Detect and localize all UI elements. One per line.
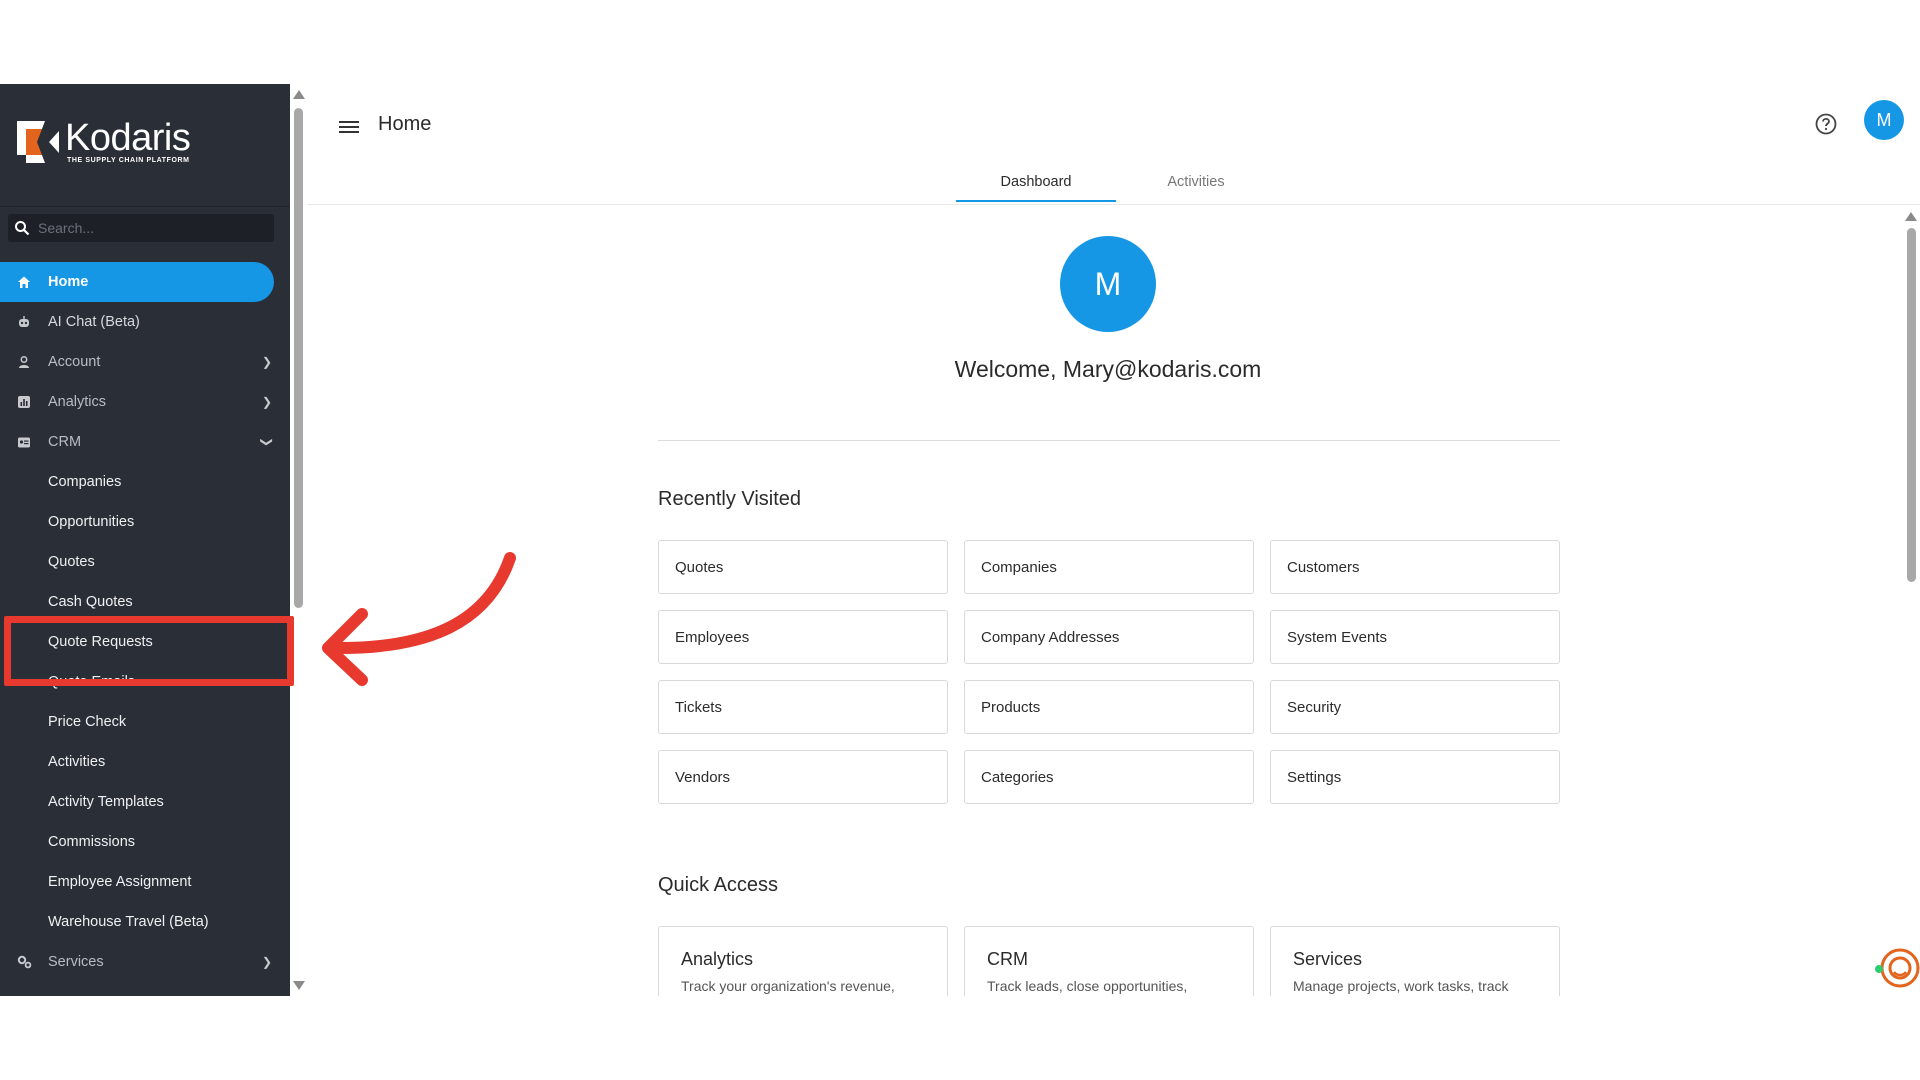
sidebar-item-label: CRM [48, 434, 82, 450]
sidebar-item-analytics[interactable]: Analytics ❯ [0, 382, 290, 422]
sidebar-scroll-thumb[interactable] [294, 108, 303, 608]
sidebar-item-account[interactable]: Account ❯ [0, 342, 290, 382]
sidebar-subitem-price-check[interactable]: Price Check [0, 702, 290, 742]
chevron-right-icon: ❯ [261, 395, 272, 409]
brand-logo[interactable]: Kodaris THE SUPPLY CHAIN PLATFORM [17, 117, 191, 164]
quick-access-card-description: Track your organization's revenue, [681, 978, 895, 994]
recent-card[interactable]: Categories [964, 750, 1254, 804]
user-avatar[interactable]: M [1864, 100, 1904, 140]
quick-access-title: Quick Access [658, 874, 779, 896]
quick-access-card-description: Track leads, close opportunities, [987, 978, 1188, 994]
welcome-avatar: M [1060, 236, 1156, 332]
app-frame: Kodaris THE SUPPLY CHAIN PLATFORM Home [0, 84, 1920, 996]
top-bar: Home M Dashboard Activities [308, 84, 1920, 205]
brand-tagline: THE SUPPLY CHAIN PLATFORM [67, 157, 190, 164]
content-scrollbar[interactable] [1902, 208, 1920, 996]
kodaris-logo-icon [17, 121, 59, 163]
gears-icon [0, 955, 48, 969]
sidebar-subitem-commissions[interactable]: Commissions [0, 822, 290, 862]
recent-card[interactable]: Customers [1270, 540, 1560, 594]
recently-visited-title: Recently Visited [658, 488, 802, 510]
page-title: Home [378, 113, 432, 135]
quick-access-card[interactable]: Services Manage projects, work tasks, tr… [1270, 926, 1560, 996]
scroll-up-arrow-icon[interactable] [1905, 212, 1917, 221]
recent-card[interactable]: Companies [964, 540, 1254, 594]
recent-card[interactable]: Security [1270, 680, 1560, 734]
chevron-right-icon: ❯ [261, 355, 272, 369]
recent-card[interactable]: Settings [1270, 750, 1560, 804]
help-icon[interactable] [1812, 110, 1840, 138]
sidebar-subitem-activities[interactable]: Activities [0, 742, 290, 782]
sidebar-subitem-label: Activity Templates [48, 794, 164, 810]
quick-access-card-description: Manage projects, work tasks, track [1293, 978, 1509, 994]
chevron-down-icon: ❯ [259, 436, 274, 448]
content-scroll-thumb[interactable] [1907, 228, 1916, 582]
quick-access-card-title: Analytics [681, 949, 754, 969]
sidebar-subitem-opportunities[interactable]: Opportunities [0, 502, 290, 542]
sidebar-subitem-employee-assignment[interactable]: Employee Assignment [0, 862, 290, 902]
brand-name: Kodaris [65, 117, 191, 159]
sidebar-subitem-label: Warehouse Travel (Beta) [48, 914, 209, 930]
sidebar-item-label: Account [48, 354, 101, 370]
scroll-down-arrow-icon[interactable] [293, 981, 305, 990]
person-icon [0, 355, 48, 369]
highlight-box-quotes [4, 616, 294, 686]
quick-access-card[interactable]: CRM Track leads, close opportunities, [964, 926, 1254, 996]
sidebar-subitem-label: Commissions [48, 834, 136, 850]
sidebar-divider [0, 206, 290, 207]
crm-icon [0, 435, 48, 449]
search-input[interactable] [36, 219, 260, 237]
sidebar-subitem-label: Opportunities [48, 514, 135, 530]
recent-card[interactable]: Employees [658, 610, 948, 664]
welcome-message: Welcome, Mary@kodaris.com [954, 356, 1262, 382]
quick-access-grid: Analytics Track your organization's reve… [658, 926, 1562, 996]
sidebar-scrollbar[interactable] [290, 84, 308, 996]
sidebar-search [8, 214, 274, 242]
sidebar-item-label: Services [48, 954, 104, 970]
sidebar-subitem-label: Employee Assignment [48, 874, 192, 890]
tab-bar: Dashboard Activities [956, 162, 1276, 202]
chat-widget-icon[interactable] [1874, 946, 1920, 992]
main-area: Home M Dashboard Activities M Welcome, M… [308, 84, 1920, 996]
recently-visited-grid: Quotes Companies Customers Employees Com… [658, 540, 1562, 804]
recent-card[interactable]: Company Addresses [964, 610, 1254, 664]
tab-dashboard[interactable]: Dashboard [956, 162, 1116, 202]
recent-card[interactable]: Products [964, 680, 1254, 734]
robot-icon [0, 315, 48, 329]
sidebar-item-label: Home [48, 274, 89, 290]
sidebar-subitem-label: Quotes [48, 554, 95, 570]
sidebar-item-label: AI Chat (Beta) [48, 314, 140, 330]
scroll-up-arrow-icon[interactable] [293, 90, 305, 99]
search-icon [15, 221, 30, 236]
recent-card[interactable]: Tickets [658, 680, 948, 734]
sidebar-item-services[interactable]: Services ❯ [0, 942, 290, 982]
quick-access-card[interactable]: Analytics Track your organization's reve… [658, 926, 948, 996]
chevron-right-icon: ❯ [261, 955, 272, 969]
tab-activities[interactable]: Activities [1116, 162, 1276, 202]
quick-access-card-title: Services [1293, 949, 1363, 969]
analytics-icon [0, 395, 48, 409]
recent-card[interactable]: Quotes [658, 540, 948, 594]
recent-card[interactable]: System Events [1270, 610, 1560, 664]
home-icon [0, 275, 48, 289]
hamburger-menu-icon[interactable] [335, 114, 363, 140]
sidebar-subitem-label: Companies [48, 474, 122, 490]
sidebar-subitem-quotes[interactable]: Quotes [0, 542, 290, 582]
sidebar: Kodaris THE SUPPLY CHAIN PLATFORM Home [0, 84, 290, 996]
sidebar-subitem-companies[interactable]: Companies [0, 462, 290, 502]
section-divider [658, 440, 1560, 441]
recent-card[interactable]: Vendors [658, 750, 948, 804]
sidebar-item-home[interactable]: Home [0, 262, 274, 302]
sidebar-subitem-warehouse-travel[interactable]: Warehouse Travel (Beta) [0, 902, 290, 942]
sidebar-item-crm[interactable]: CRM ❯ [0, 422, 290, 462]
sidebar-subitem-activity-templates[interactable]: Activity Templates [0, 782, 290, 822]
sidebar-subitem-label: Cash Quotes [48, 594, 133, 610]
sidebar-subitem-label: Activities [48, 754, 106, 770]
annotation-arrow-icon [310, 552, 520, 717]
sidebar-subitem-label: Price Check [48, 714, 127, 730]
sidebar-item-label: Analytics [48, 394, 107, 410]
quick-access-card-title: CRM [987, 949, 1028, 969]
sidebar-item-ai-chat[interactable]: AI Chat (Beta) [0, 302, 290, 342]
